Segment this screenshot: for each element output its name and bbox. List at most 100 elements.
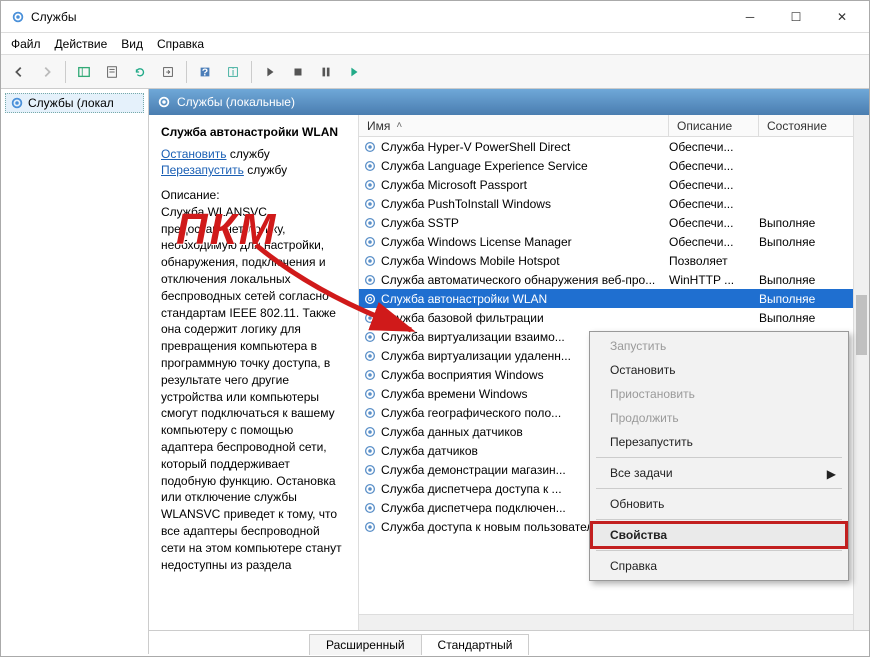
cm-restart[interactable]: Перезапустить [592, 430, 846, 454]
scrollbar-horizontal[interactable] [359, 614, 869, 630]
tree-item-label: Службы (локал [28, 96, 114, 110]
menubar: Файл Действие Вид Справка [1, 33, 869, 55]
menu-action[interactable]: Действие [55, 37, 108, 51]
service-name: Служба Language Experience Service [381, 159, 588, 173]
service-name: Служба автонастройки WLAN [381, 292, 547, 306]
service-row[interactable]: Служба SSTPОбеспечи...Выполняе [359, 213, 869, 232]
gear-icon [363, 425, 377, 439]
scrollbar-vertical[interactable] [853, 115, 869, 630]
gear-icon [363, 520, 377, 534]
refresh-button[interactable] [128, 60, 152, 84]
column-headers: Имя ˄ Описание Состояние [359, 115, 869, 137]
gear-icon [363, 444, 377, 458]
menu-help[interactable]: Справка [157, 37, 204, 51]
service-name: Служба Hyper-V PowerShell Direct [381, 140, 570, 154]
service-desc: Обеспечи... [669, 140, 759, 154]
start-service-button[interactable] [258, 60, 282, 84]
properties-button[interactable] [100, 60, 124, 84]
minimize-button[interactable]: ─ [727, 2, 773, 32]
cm-help[interactable]: Справка [592, 554, 846, 578]
gear-icon [363, 368, 377, 382]
service-name: Служба восприятия Windows [381, 368, 544, 382]
panel-button[interactable] [72, 60, 96, 84]
menu-view[interactable]: Вид [121, 37, 143, 51]
desc-label: Описание: [161, 187, 346, 204]
gear-icon [363, 178, 377, 192]
gear-icon [363, 349, 377, 363]
gear-icon [363, 501, 377, 515]
stop-service-button[interactable] [286, 60, 310, 84]
gear-icon [363, 482, 377, 496]
service-row[interactable]: Служба Windows License ManagerОбеспечи..… [359, 232, 869, 251]
menu-file[interactable]: Файл [11, 37, 41, 51]
service-name: Служба виртуализации удаленн... [381, 349, 571, 363]
service-desc: WinHTTP ... [669, 273, 759, 287]
service-desc: Обеспечи... [669, 235, 759, 249]
service-row[interactable]: Служба Windows Mobile HotspotПозволяет [359, 251, 869, 270]
cm-all-tasks[interactable]: Все задачи ▶ [592, 461, 846, 485]
sort-arrow-icon: ˄ [396, 120, 402, 131]
forward-button[interactable] [35, 60, 59, 84]
gear-icon [363, 235, 377, 249]
stop-suffix: службу [230, 147, 270, 161]
gear-icon [363, 406, 377, 420]
service-name: Служба виртуализации взаимо... [381, 330, 565, 344]
service-name: Служба базовой фильтрации [381, 311, 544, 325]
cm-pause: Приостановить [592, 382, 846, 406]
pause-service-button[interactable] [314, 60, 338, 84]
scrollbar-thumb[interactable] [856, 295, 867, 355]
service-row[interactable]: Служба автоматического обнаружения веб-п… [359, 270, 869, 289]
restart-service-button[interactable] [342, 60, 366, 84]
service-name: Служба PushToInstall Windows [381, 197, 551, 211]
service-name: Служба Microsoft Passport [381, 178, 527, 192]
gear-icon [363, 311, 377, 325]
service-state: Выполняе [759, 273, 865, 287]
service-desc: Обеспечи... [669, 197, 759, 211]
context-menu: Запустить Остановить Приостановить Продо… [589, 331, 849, 581]
tab-extended[interactable]: Расширенный [309, 634, 422, 655]
service-name: Служба SSTP [381, 216, 459, 230]
tree-pane: Службы (локал [1, 89, 149, 654]
service-row[interactable]: Служба PushToInstall Windows Обеспечи... [359, 194, 869, 213]
cm-refresh[interactable]: Обновить [592, 492, 846, 516]
desc-heading: Служба автонастройки WLAN [161, 125, 346, 139]
tree-item-services[interactable]: Службы (локал [5, 93, 144, 113]
service-row[interactable]: Служба Language Experience Service Обеспе… [359, 156, 869, 175]
gear-icon [363, 463, 377, 477]
service-name: Служба Windows Mobile Hotspot [381, 254, 560, 268]
gear-icon [363, 140, 377, 154]
svg-text:i: i [232, 66, 234, 78]
restart-service-link[interactable]: Перезапустить [161, 163, 244, 177]
gear-icon [363, 254, 377, 268]
service-name: Служба диспетчера доступа к ... [381, 482, 562, 496]
export-button[interactable] [156, 60, 180, 84]
service-name: Служба автоматического обнаружения веб-п… [381, 273, 655, 287]
stop-service-link[interactable]: Остановить [161, 147, 227, 161]
info-button[interactable]: i [221, 60, 245, 84]
services-window: Службы ─ ☐ ✕ Файл Действие Вид Справка ?… [0, 0, 870, 657]
gear-icon [363, 197, 377, 211]
col-description[interactable]: Описание [669, 115, 759, 136]
help-button[interactable]: ? [193, 60, 217, 84]
gear-icon [363, 159, 377, 173]
gear-icon [157, 95, 171, 109]
col-name[interactable]: Имя ˄ [359, 115, 669, 136]
service-row[interactable]: Служба базовой фильтрацииВыполняе [359, 308, 869, 327]
bottom-tabs: Расширенный Стандартный [149, 630, 869, 654]
svg-text:?: ? [202, 66, 208, 78]
toolbar: ? i [1, 55, 869, 89]
service-desc: Обеспечи... [669, 159, 759, 173]
back-button[interactable] [7, 60, 31, 84]
close-button[interactable]: ✕ [819, 2, 865, 32]
cm-properties[interactable]: Свойства [592, 523, 846, 547]
tab-standard[interactable]: Стандартный [421, 634, 530, 655]
maximize-button[interactable]: ☐ [773, 2, 819, 32]
service-name: Служба датчиков [381, 444, 478, 458]
service-row[interactable]: Служба Microsoft PassportОбеспечи... [359, 175, 869, 194]
service-desc: Обеспечи... [669, 216, 759, 230]
service-row[interactable]: Служба Hyper-V PowerShell Direct Обеспечи… [359, 137, 869, 156]
cm-stop[interactable]: Остановить [592, 358, 846, 382]
cm-start: Запустить [592, 334, 846, 358]
service-row[interactable]: Служба автонастройки WLANВыполняе [359, 289, 869, 308]
service-name: Служба географического поло... [381, 406, 561, 420]
